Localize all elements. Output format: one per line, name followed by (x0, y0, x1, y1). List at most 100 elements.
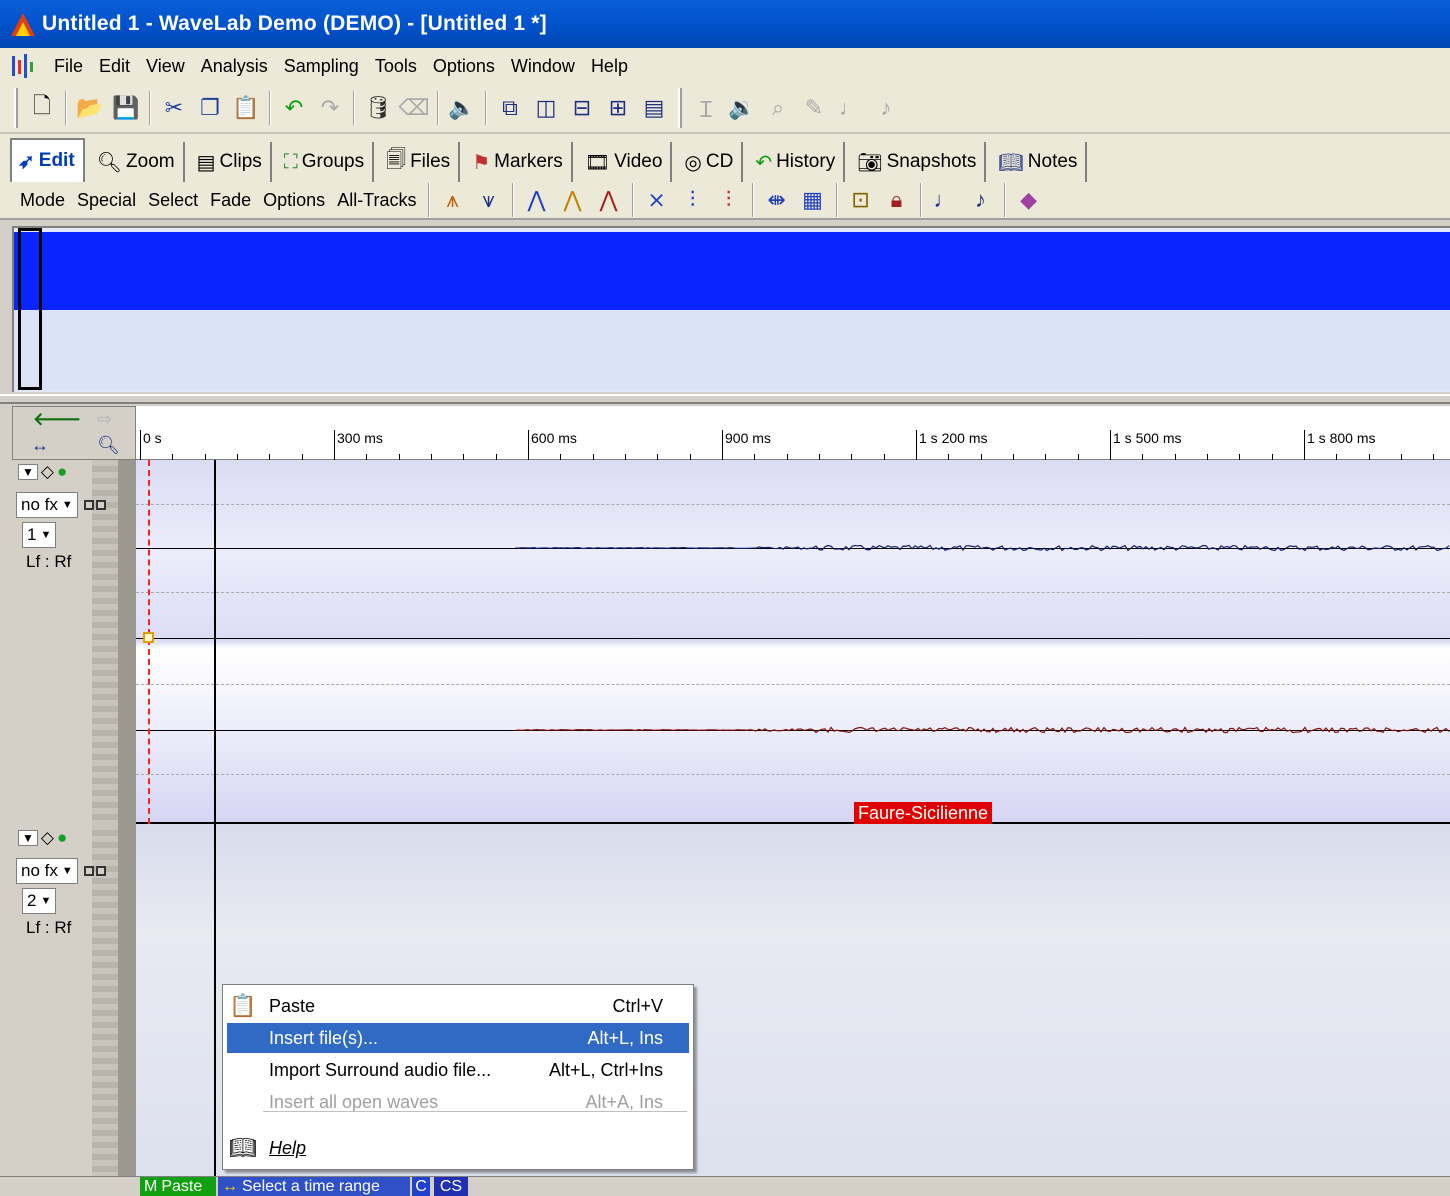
menu-options[interactable]: Options (425, 52, 503, 81)
fx-slot-icon[interactable] (83, 500, 94, 510)
zoom-tool-icon[interactable]: ⌕ (763, 93, 793, 123)
toolbar-grip[interactable] (678, 88, 682, 128)
envelope-down-icon[interactable]: ♪ (965, 184, 997, 216)
ripple-icon[interactable]: ⇼ (761, 184, 793, 216)
mute-diamond-icon[interactable]: ◇ (41, 828, 54, 848)
open-folder-icon[interactable]: 📂 (75, 93, 105, 123)
menu-tools[interactable]: Tools (367, 52, 425, 81)
cascade-windows-icon[interactable]: ⧉ (495, 93, 525, 123)
menu-edit[interactable]: Edit (91, 52, 138, 81)
snap-markers-icon[interactable]: ⫶ (713, 184, 745, 216)
tab-markers[interactable]: ⚑ Markers (466, 142, 573, 182)
fade-in-envelope-icon[interactable]: ⩚ (437, 184, 469, 216)
tab-cd[interactable]: ◎ CD (678, 142, 744, 182)
fx-slot-icon[interactable] (95, 500, 106, 510)
menu-help[interactable]: Help (583, 52, 636, 81)
grid-icon[interactable]: ▦ (797, 184, 829, 216)
fx-slot-icon[interactable] (83, 866, 94, 876)
envelope-tool-icon[interactable]: ♩ (835, 93, 865, 123)
fade-out-envelope-icon[interactable]: ⩛ (473, 184, 505, 216)
crossfade-linear-icon[interactable]: ⋀ (521, 184, 553, 216)
edit-cursor[interactable] (214, 460, 216, 1176)
menu-item-insert-files[interactable]: Insert file(s)... Alt+L, Ins (227, 1023, 689, 1053)
speaker-icon[interactable]: 🔈 (447, 93, 477, 123)
speaker-scrub-icon[interactable]: 🔉 (727, 93, 757, 123)
paste-toolbar-icon[interactable]: 📋 (231, 93, 261, 123)
solo-icon[interactable]: ⊡ (845, 184, 877, 216)
menu-item-paste[interactable]: 📋 Paste Ctrl+V (227, 991, 689, 1021)
edit-menu-select[interactable]: Select (142, 190, 204, 211)
eraser-tool-icon[interactable]: ◆ (1013, 184, 1045, 216)
menu-item-help[interactable]: 📖︎ Help (227, 1133, 689, 1163)
edit-menu-fade[interactable]: Fade (204, 190, 257, 211)
bucket-icon[interactable]: 🛢 (363, 93, 393, 123)
envelope-point[interactable] (143, 632, 154, 643)
mute-diamond-icon[interactable]: ◇ (41, 462, 54, 482)
files-icon: 🗐 (386, 149, 407, 171)
tab-files[interactable]: 🗐 Files (380, 142, 461, 182)
tab-video[interactable]: 🎞 Video (579, 142, 673, 182)
status-bar: M Paste ↔ Select a time range C CS (0, 1176, 1450, 1196)
solo-green-icon[interactable]: ● (57, 462, 67, 482)
fx-slot-icon[interactable] (95, 866, 106, 876)
tile-vertical-icon[interactable]: ◫ (531, 93, 561, 123)
solo-green-icon[interactable]: ● (57, 828, 67, 848)
scroll-left-icon[interactable]: 🡐 (33, 409, 81, 430)
cut-icon[interactable]: ✂ (159, 93, 189, 123)
tab-clips[interactable]: ▤ Clips (191, 142, 272, 182)
crossfade-mode-icon[interactable]: ⨯ (641, 184, 673, 216)
toolbar-separator (65, 91, 67, 125)
tile-horizontal-icon[interactable]: ⊟ (567, 93, 597, 123)
save-icon[interactable]: 💾 (111, 93, 141, 123)
time-ruler[interactable]: 0 s 300 ms 600 ms 900 ms 1 s 200 ms 1 s 500 m… (136, 406, 1450, 460)
arrange-icon[interactable]: ⊞ (603, 93, 633, 123)
menu-file[interactable]: File (46, 52, 91, 81)
track-fx-select[interactable]: no fx ▼ (16, 858, 78, 884)
text-cursor-icon[interactable]: Ｉ (691, 93, 721, 123)
tab-groups[interactable]: ⛶ Groups (278, 142, 375, 182)
track-menu-icon[interactable]: ▼ (18, 830, 38, 846)
overview-panel[interactable] (12, 226, 1450, 392)
zoom-fit-icon[interactable]: 🔍︎ (97, 435, 120, 456)
menu-view[interactable]: View (138, 52, 193, 81)
snap-clips-icon[interactable]: ⫶ (677, 184, 709, 216)
lock-icon[interactable]: 🔒︎ (881, 184, 913, 216)
new-file-icon[interactable]: 🗋 (27, 93, 57, 123)
track-menu-icon[interactable]: ▼ (18, 464, 38, 480)
window-list-icon[interactable]: ▤ (639, 93, 669, 123)
edit-menu-special[interactable]: Special (71, 190, 142, 211)
copy-icon[interactable]: ❐ (195, 93, 225, 123)
tab-snapshots[interactable]: 📷︎ Snapshots (851, 142, 987, 182)
edit-menu-mode[interactable]: Mode (14, 190, 71, 211)
fade-tool-icon[interactable]: ♪ (871, 93, 901, 123)
toolbar-grip[interactable] (14, 88, 18, 128)
clip-name-label[interactable]: Faure-Sicilienne (854, 802, 993, 824)
ruler-tick-label: 0 s (143, 430, 162, 446)
menu-sampling[interactable]: Sampling (276, 52, 367, 81)
menu-window[interactable]: Window (503, 52, 583, 81)
edit-menu-options[interactable]: Options (257, 190, 331, 211)
document-window-icon[interactable] (10, 52, 38, 80)
tab-zoom[interactable]: 🔍︎ Zoom (91, 142, 185, 182)
scroll-right-icon[interactable]: ⇨ (97, 409, 112, 430)
pencil-icon[interactable]: ✎ (799, 93, 829, 123)
tab-notes[interactable]: 📖︎ Notes (992, 142, 1088, 182)
pane-splitter[interactable] (0, 394, 1450, 404)
menu-item-import-surround[interactable]: Import Surround audio file... Alt+L, Ctr… (227, 1055, 689, 1085)
track-1-lane[interactable] (136, 460, 1450, 824)
menu-analysis[interactable]: Analysis (193, 52, 276, 81)
crossfade-sin-icon[interactable]: ⋀ (557, 184, 589, 216)
tab-history[interactable]: ↶ History (749, 142, 846, 182)
crossfade-log-icon[interactable]: ⋀ (593, 184, 625, 216)
tab-edit[interactable]: ➶ Edit (10, 138, 85, 182)
track-number-select[interactable]: 2 ▼ (22, 888, 57, 914)
envelope-up-icon[interactable]: ♩ (929, 184, 961, 216)
track-fx-select[interactable]: no fx ▼ (16, 492, 78, 518)
redo-icon[interactable]: ↷ (315, 93, 345, 123)
fit-horizontal-icon[interactable]: ↔ (31, 435, 49, 456)
edit-menu-all-tracks[interactable]: All-Tracks (331, 190, 422, 211)
overview-view-rectangle[interactable] (18, 228, 42, 390)
eraser-icon[interactable]: ⌫ (398, 93, 429, 123)
track-number-select[interactable]: 1 ▼ (22, 522, 57, 548)
undo-icon[interactable]: ↶ (279, 93, 309, 123)
